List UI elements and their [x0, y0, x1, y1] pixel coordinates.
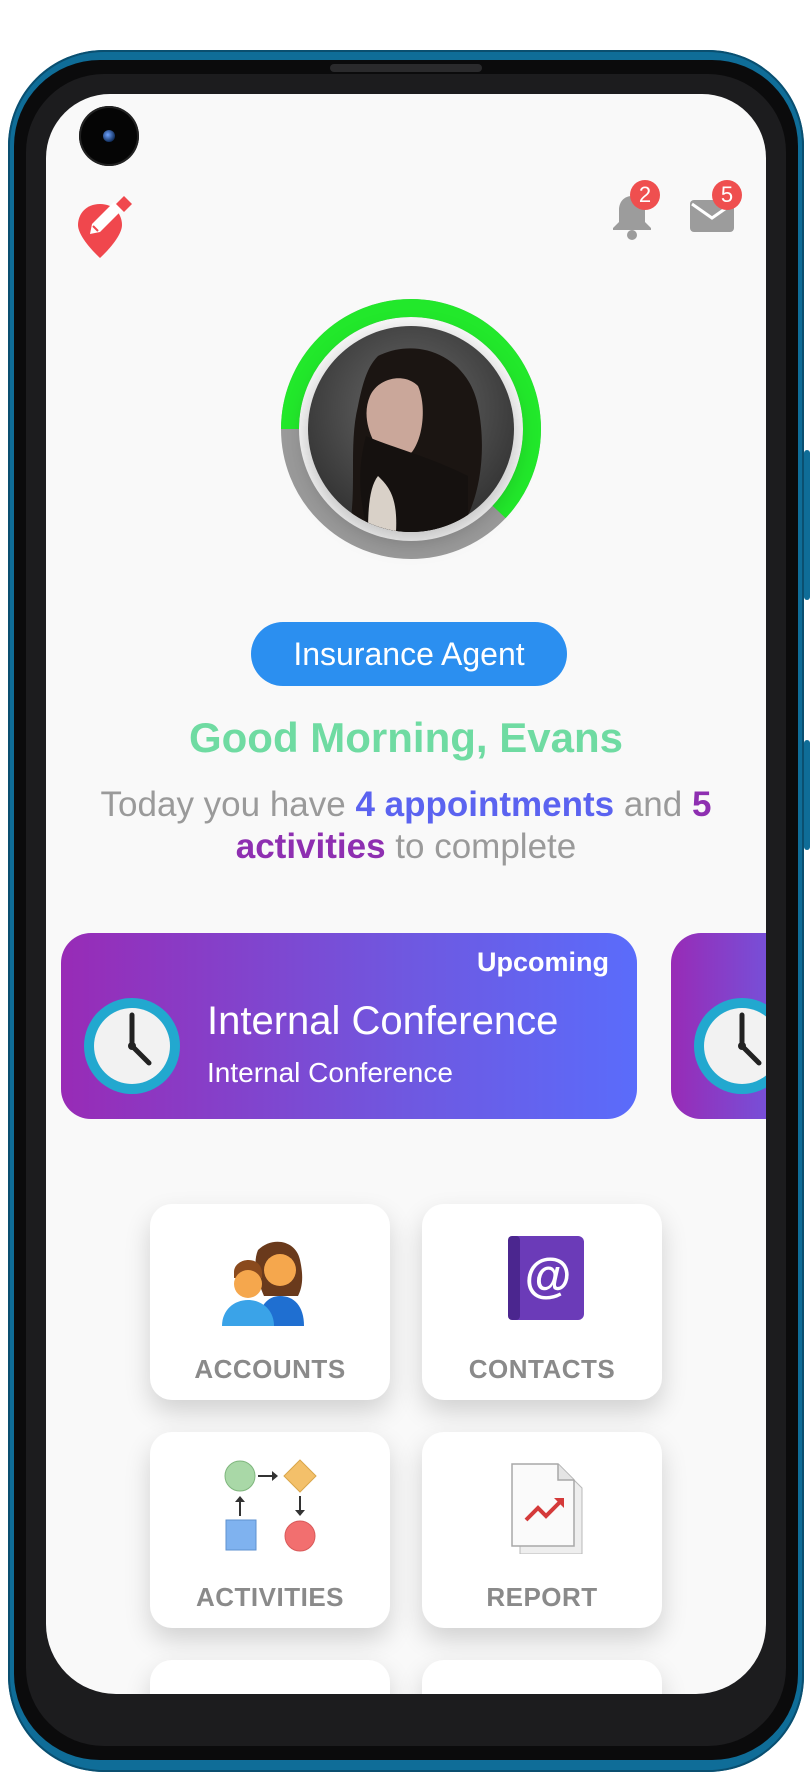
daily-summary: Today you have 4 appointments and 5 acti…	[86, 784, 726, 868]
greeting-title: Good Morning, Evans	[188, 714, 623, 761]
menu-tile-report[interactable]: REPORT	[422, 1432, 662, 1628]
volume-button	[804, 740, 810, 850]
address-book-icon: @	[508, 1236, 584, 1320]
tile-label: CONTACTS	[468, 1354, 616, 1384]
bar-chart-icon	[490, 1686, 594, 1694]
menu-tile-calendar[interactable]	[150, 1660, 390, 1694]
event-card[interactable]	[671, 933, 766, 1119]
summary-suffix: to complete	[395, 827, 577, 866]
summary-prefix: Today you have	[100, 785, 346, 824]
menu-tile-contacts[interactable]: @ CONTACTS	[422, 1204, 662, 1400]
notifications-button[interactable]: 2	[606, 180, 660, 242]
summary-middle: and	[623, 785, 683, 824]
power-button	[804, 450, 810, 600]
app-screen: 2 5 Insurance Agent Good Morning, Evans …	[46, 94, 766, 1694]
report-chart-icon	[511, 1463, 583, 1554]
avatar[interactable]	[308, 326, 514, 532]
message-count-badge: 5	[712, 180, 742, 210]
menu-tile-analytics[interactable]	[422, 1660, 662, 1694]
event-subtitle: Internal Conference	[207, 1057, 453, 1088]
messages-button[interactable]: 5	[686, 180, 742, 242]
event-status: Upcoming	[477, 947, 609, 977]
flowchart-icon	[224, 1459, 317, 1552]
notification-count-badge: 2	[630, 180, 660, 210]
appointments-count[interactable]: 4 appointments	[355, 785, 614, 824]
clock-icon	[694, 998, 766, 1094]
menu-tile-accounts[interactable]: ACCOUNTS	[150, 1204, 390, 1400]
menu-tile-activities[interactable]: ACTIVITIES	[150, 1432, 390, 1628]
tile-label: REPORT	[486, 1582, 598, 1612]
role-badge[interactable]: Insurance Agent	[251, 622, 567, 686]
svg-text:@: @	[525, 1250, 572, 1303]
speaker-grille	[330, 64, 482, 72]
clock-icon	[84, 998, 180, 1094]
map-pin-edit-icon[interactable]	[76, 192, 136, 262]
tile-label: ACCOUNTS	[194, 1354, 346, 1384]
calendar-icon	[218, 1686, 322, 1694]
front-camera	[79, 106, 139, 166]
people-icon	[222, 1241, 304, 1326]
tile-label: ACTIVITIES	[195, 1582, 344, 1612]
event-card[interactable]: Upcoming Internal Conference Internal Co…	[61, 933, 637, 1119]
event-title: Internal Conference	[207, 999, 559, 1043]
